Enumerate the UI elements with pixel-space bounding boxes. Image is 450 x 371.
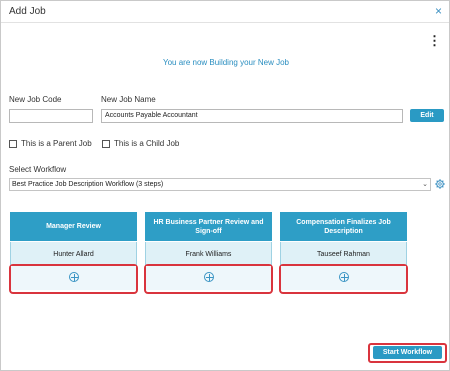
step-assignee: Frank Williams [145,242,272,266]
dialog-title-bar: Add Job × [1,1,449,23]
step-assignee: Tauseef Rahman [280,242,407,266]
parent-job-label: This is a Parent Job [21,139,92,148]
child-job-option[interactable]: This is a Child Job [102,139,179,148]
gear-icon[interactable] [435,179,445,189]
job-code-input[interactable] [9,109,93,123]
workflow-step-3: Compensation Finalizes Job Description T… [280,212,407,266]
dialog-title: Add Job [9,6,46,17]
job-code-label: New Job Code [9,95,62,104]
parent-job-checkbox[interactable] [9,139,17,148]
step-title: Compensation Finalizes Job Description [280,212,407,241]
more-options-icon[interactable]: ⋮ [428,34,441,47]
workflow-step-2: HR Business Partner Review and Sign-off … [145,212,272,266]
child-job-checkbox[interactable] [102,139,110,148]
workflow-label: Select Workflow [9,165,67,174]
child-job-label: This is a Child Job [114,139,180,148]
add-step-button-2[interactable] [144,264,273,294]
add-circle-icon[interactable] [204,272,214,282]
job-name-input[interactable]: Accounts Payable Accountant [101,109,403,123]
add-circle-icon[interactable] [69,272,79,282]
job-name-label: New Job Name [101,95,156,104]
step-title: HR Business Partner Review and Sign-off [145,212,272,241]
start-workflow-button[interactable]: Start Workflow [373,346,442,359]
add-job-dialog: Add Job × ⋮ You are now Building your Ne… [0,0,450,371]
workflow-select[interactable]: Best Practice Job Description Workflow (… [9,178,431,191]
close-icon[interactable]: × [435,4,442,18]
chevron-down-icon: ⌄ [422,181,428,188]
edit-button[interactable]: Edit [410,109,444,122]
workflow-step-1: Manager Review Hunter Allard [10,212,137,266]
add-step-button-1[interactable] [9,264,138,294]
step-assignee: Hunter Allard [10,242,137,266]
step-title: Manager Review [10,212,137,241]
dialog-subtitle: You are now Building your New Job [162,58,289,67]
add-step-button-3[interactable] [279,264,408,294]
workflow-select-value: Best Practice Job Description Workflow (… [12,181,164,188]
add-circle-icon[interactable] [339,272,349,282]
parent-job-option[interactable]: This is a Parent Job [9,139,92,148]
